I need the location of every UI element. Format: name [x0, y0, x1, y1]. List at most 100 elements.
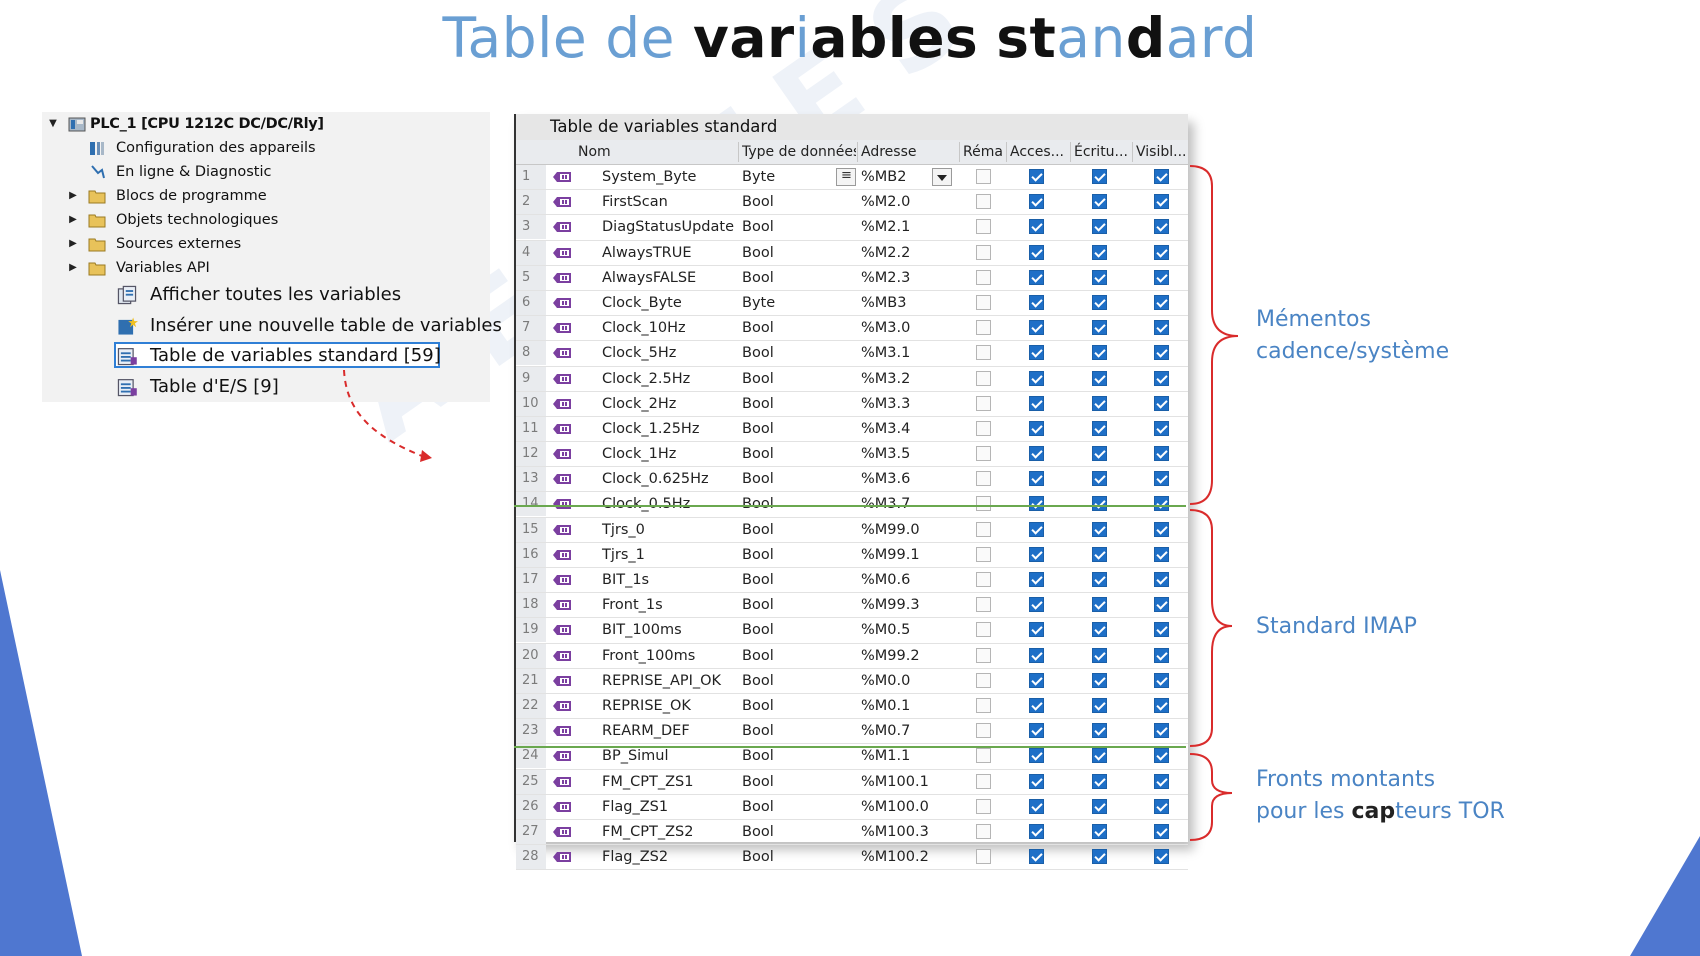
table-row[interactable]: 4 AlwaysTRUE Bool %M2.2: [516, 240, 1188, 266]
table-row[interactable]: 16 Tjrs_1 Bool %M99.1: [516, 542, 1188, 568]
address[interactable]: %M2.3: [861, 266, 910, 290]
table-row[interactable]: 6 Clock_Byte Byte %MB3: [516, 290, 1188, 317]
access-checkbox[interactable]: [1029, 622, 1044, 638]
data-type[interactable]: Bool: [742, 719, 774, 743]
address[interactable]: %M3.4: [861, 417, 910, 441]
write-checkbox[interactable]: [1092, 521, 1107, 537]
retain-checkbox[interactable]: [976, 345, 991, 361]
retain-checkbox[interactable]: [976, 320, 991, 336]
expand-right-icon[interactable]: ▶: [66, 184, 80, 208]
table-row[interactable]: 17 BIT_1s Bool %M0.6: [516, 568, 1188, 594]
variable-name[interactable]: Clock_2.5Hz: [602, 367, 690, 391]
variable-name[interactable]: Clock_0.625Hz: [602, 467, 709, 491]
write-checkbox[interactable]: [1092, 244, 1107, 260]
retain-checkbox[interactable]: [976, 219, 991, 235]
variable-name[interactable]: DiagStatusUpdate: [602, 215, 734, 239]
visible-checkbox[interactable]: [1154, 219, 1169, 235]
tree-node-subitem[interactable]: Afficher toutes les variables: [42, 280, 490, 311]
write-checkbox[interactable]: [1092, 446, 1107, 462]
write-checkbox[interactable]: [1092, 269, 1107, 285]
access-checkbox[interactable]: [1029, 748, 1044, 764]
expand-right-icon[interactable]: ▶: [66, 256, 80, 280]
visible-checkbox[interactable]: [1154, 169, 1169, 184]
data-type[interactable]: Bool: [742, 845, 774, 869]
table-row[interactable]: 26 Flag_ZS1 Bool %M100.0: [516, 794, 1188, 820]
variable-name[interactable]: FM_CPT_ZS2: [602, 820, 693, 844]
data-type[interactable]: Bool: [742, 694, 774, 718]
address[interactable]: %M3.2: [861, 367, 910, 391]
write-checkbox[interactable]: [1092, 748, 1107, 764]
tree-node-subitem[interactable]: Table de variables standard [59]: [42, 341, 490, 372]
data-type[interactable]: Bool: [742, 568, 774, 592]
retain-checkbox[interactable]: [976, 697, 991, 713]
address[interactable]: %M3.3: [861, 392, 910, 416]
variable-name[interactable]: REPRISE_OK: [602, 694, 691, 718]
address[interactable]: %M0.1: [861, 694, 910, 718]
address[interactable]: %M100.0: [861, 795, 929, 819]
col-header-address[interactable]: Adresse: [861, 140, 916, 164]
visible-checkbox[interactable]: [1154, 471, 1169, 487]
variable-name[interactable]: System_Byte: [602, 165, 696, 189]
address[interactable]: %MB3: [861, 291, 906, 315]
address-dropdown-button[interactable]: [932, 168, 952, 186]
retain-checkbox[interactable]: [976, 244, 991, 260]
write-checkbox[interactable]: [1092, 773, 1107, 789]
retain-checkbox[interactable]: [976, 169, 991, 184]
data-type[interactable]: Byte: [742, 291, 775, 315]
write-checkbox[interactable]: [1092, 723, 1107, 739]
access-checkbox[interactable]: [1029, 546, 1044, 562]
access-checkbox[interactable]: [1029, 471, 1044, 487]
expand-down-icon[interactable]: ▼: [46, 112, 60, 136]
retain-checkbox[interactable]: [976, 723, 991, 739]
write-checkbox[interactable]: [1092, 219, 1107, 235]
retain-checkbox[interactable]: [976, 420, 991, 436]
retain-checkbox[interactable]: [976, 370, 991, 386]
visible-checkbox[interactable]: [1154, 395, 1169, 411]
data-type[interactable]: Bool: [742, 543, 774, 567]
variable-name[interactable]: AlwaysTRUE: [602, 241, 692, 265]
retain-checkbox[interactable]: [976, 194, 991, 210]
retain-checkbox[interactable]: [976, 521, 991, 537]
access-checkbox[interactable]: [1029, 572, 1044, 587]
retain-checkbox[interactable]: [976, 622, 991, 638]
write-checkbox[interactable]: [1092, 496, 1107, 512]
access-checkbox[interactable]: [1029, 647, 1044, 663]
access-checkbox[interactable]: [1029, 169, 1044, 184]
visible-checkbox[interactable]: [1154, 723, 1169, 739]
variable-name[interactable]: Flag_ZS2: [602, 845, 668, 869]
table-row[interactable]: 22 REPRISE_OK Bool %M0.1: [516, 693, 1188, 720]
access-checkbox[interactable]: [1029, 597, 1044, 613]
write-checkbox[interactable]: [1092, 622, 1107, 638]
expand-right-icon[interactable]: ▶: [66, 208, 80, 232]
write-checkbox[interactable]: [1092, 823, 1107, 839]
access-checkbox[interactable]: [1029, 320, 1044, 336]
visible-checkbox[interactable]: [1154, 572, 1169, 587]
write-checkbox[interactable]: [1092, 420, 1107, 436]
visible-checkbox[interactable]: [1154, 269, 1169, 285]
tree-node-item[interactable]: ▶ Objets technologiques: [42, 208, 490, 232]
address[interactable]: %M2.2: [861, 241, 910, 265]
tree-node-plc[interactable]: ▼ PLC_1 [CPU 1212C DC/DC/Rly]: [42, 112, 490, 136]
retain-checkbox[interactable]: [976, 572, 991, 587]
variable-name[interactable]: AlwaysFALSE: [602, 266, 696, 290]
data-type[interactable]: Bool: [742, 392, 774, 416]
retain-checkbox[interactable]: [976, 798, 991, 814]
tree-node-subitem[interactable]: Insérer une nouvelle table de variables: [42, 310, 502, 341]
address[interactable]: %M99.3: [861, 593, 920, 617]
data-type[interactable]: Bool: [742, 215, 774, 239]
data-type[interactable]: Bool: [742, 442, 774, 466]
variable-name[interactable]: Clock_5Hz: [602, 341, 676, 365]
data-type[interactable]: Bool: [742, 618, 774, 642]
address[interactable]: %M99.2: [861, 644, 920, 668]
visible-checkbox[interactable]: [1154, 622, 1169, 638]
variable-name[interactable]: REPRISE_API_OK: [602, 669, 721, 693]
visible-checkbox[interactable]: [1154, 849, 1169, 865]
address[interactable]: %M0.7: [861, 719, 910, 743]
retain-checkbox[interactable]: [976, 597, 991, 613]
table-row[interactable]: 11 Clock_1.25Hz Bool %M3.4: [516, 416, 1188, 443]
visible-checkbox[interactable]: [1154, 345, 1169, 361]
table-row[interactable]: 5 AlwaysFALSE Bool %M2.3: [516, 265, 1188, 291]
write-checkbox[interactable]: [1092, 169, 1107, 184]
table-row[interactable]: 15 Tjrs_0 Bool %M99.0: [516, 517, 1188, 543]
data-type[interactable]: Bool: [742, 593, 774, 617]
